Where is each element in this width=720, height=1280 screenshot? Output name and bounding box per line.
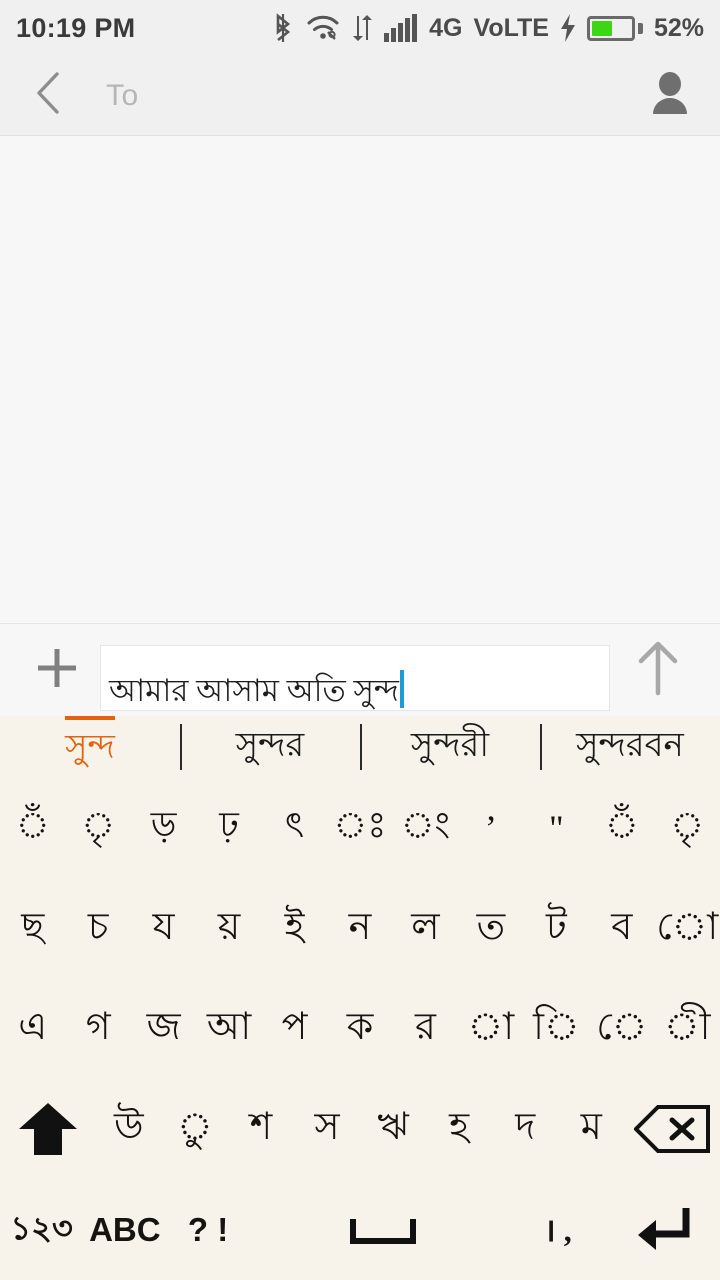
battery-icon [586, 15, 643, 41]
key-0-5[interactable]: ঃ [327, 778, 392, 878]
text-caret [399, 670, 404, 708]
key-3-6[interactable]: হ [426, 1079, 492, 1179]
key-2-0[interactable]: এ [0, 979, 65, 1079]
shift-up-icon [17, 1101, 79, 1157]
key-3-4[interactable]: স [294, 1079, 360, 1179]
shift-key[interactable] [0, 1079, 96, 1179]
status-clock: 10:19 PM [16, 12, 136, 43]
key-0-3[interactable]: ঢ় [196, 778, 261, 878]
key-2-5[interactable]: ক [327, 979, 392, 1079]
suggestion-item-2[interactable]: সুন্দরী [360, 716, 540, 778]
key-1-6[interactable]: ল [393, 878, 458, 978]
key-1-8[interactable]: ট [524, 878, 589, 978]
volte-label: VoLTE [473, 13, 549, 42]
send-button[interactable] [610, 627, 706, 713]
key-1-2[interactable]: য [131, 878, 196, 978]
key-2-10[interactable]: ী [655, 979, 720, 1079]
keyboard-row-5: ১২৩ ABC ? ! । , [0, 1180, 720, 1280]
person-icon [649, 70, 691, 121]
key-3-8[interactable]: ম [558, 1079, 624, 1179]
battery-fill [591, 20, 612, 36]
key-1-5[interactable]: ন [327, 878, 392, 978]
key-0-2[interactable]: ড় [131, 778, 196, 878]
keyboard-row-1: ঁ ৃ ড় ঢ় ৎ ঃ ং ’ " ঁ ৃ [0, 778, 720, 878]
backspace-key[interactable] [624, 1079, 720, 1179]
key-3-3[interactable]: শ [228, 1079, 294, 1179]
keyboard-row-3: এ গ জ আ প ক র া ি ে ী [0, 979, 720, 1079]
key-3-5[interactable]: ঋ [360, 1079, 426, 1179]
wifi-icon [306, 13, 340, 43]
back-button[interactable] [22, 69, 76, 123]
suggestion-item-1[interactable]: সুন্দর [180, 716, 360, 778]
add-contact-button[interactable] [642, 68, 698, 124]
message-input-field[interactable]: আমার আসাম অতি সুন্দ [100, 645, 610, 711]
enter-icon [630, 1204, 690, 1256]
key-1-4[interactable]: ই [262, 878, 327, 978]
suggestion-label: সুন্দরী [410, 726, 490, 764]
key-1-10[interactable]: ো [655, 878, 720, 978]
key-2-1[interactable]: গ [65, 979, 130, 1079]
keyboard-row-2: ছ চ য য় ই ন ল ত ট ব ো [0, 878, 720, 978]
key-2-7[interactable]: া [458, 979, 523, 1079]
compose-bar: আমার আসাম অতি সুন্দ [0, 624, 720, 716]
battery-percent-label: 52% [653, 13, 704, 42]
suggestion-label: সুন্দর [235, 726, 305, 764]
bluetooth-icon [271, 12, 295, 44]
network-type-label: 4G [429, 13, 463, 42]
key-2-9[interactable]: ে [589, 979, 654, 1079]
arrow-up-icon [635, 639, 681, 702]
key-2-4[interactable]: প [262, 979, 327, 1079]
key-0-9[interactable]: ঁ [589, 778, 654, 878]
message-input-value: আমার আসাম অতি সুন্দ [109, 673, 399, 709]
key-3-2[interactable]: ু [162, 1079, 228, 1179]
messaging-compose-screen: 10:19 PM 4G VoLTE 52% To আমার আসাম অতি স… [0, 0, 720, 1280]
key-0-10[interactable]: ৃ [655, 778, 720, 878]
key-1-9[interactable]: ব [589, 878, 654, 978]
chevron-left-icon [31, 70, 67, 121]
punctuation-key[interactable]: । , [516, 1180, 599, 1280]
backspace-icon [634, 1105, 711, 1154]
key-1-0[interactable]: ছ [0, 878, 65, 978]
key-0-0[interactable]: ঁ [0, 778, 65, 878]
suggestion-label: সুন্দ [65, 716, 115, 778]
latin-switch-key[interactable]: ABC [83, 1180, 166, 1280]
keyboard-row-4: উ ু শ স ঋ হ দ ম [0, 1079, 720, 1179]
suggestion-label: সুন্দরবন [576, 726, 684, 764]
suggestion-strip: সুন্দ সুন্দর সুন্দরী সুন্দরবন [0, 716, 720, 778]
plus-icon [31, 642, 83, 699]
data-transfer-icon [351, 14, 373, 42]
app-bar: To [0, 56, 720, 136]
charging-bolt-icon [560, 14, 576, 42]
conversation-thread-empty [0, 136, 720, 624]
key-2-2[interactable]: জ [131, 979, 196, 1079]
numeric-switch-key[interactable]: ১২৩ [0, 1180, 83, 1280]
key-1-7[interactable]: ত [458, 878, 523, 978]
symbols-key[interactable]: ? ! [166, 1180, 249, 1280]
space-icon [349, 1215, 416, 1245]
attach-button[interactable] [14, 627, 100, 713]
space-key[interactable] [250, 1180, 516, 1280]
status-icons: 4G VoLTE 52% [271, 12, 704, 44]
key-0-1[interactable]: ৃ [65, 778, 130, 878]
key-apostrophe[interactable]: ’ [458, 778, 523, 878]
key-1-3[interactable]: য় [196, 878, 261, 978]
key-3-7[interactable]: দ [492, 1079, 558, 1179]
recipient-to-input[interactable]: To [106, 79, 139, 113]
suggestion-item-0[interactable]: সুন্দ [0, 716, 180, 778]
key-2-6[interactable]: র [393, 979, 458, 1079]
key-3-1[interactable]: উ [96, 1079, 162, 1179]
key-2-8[interactable]: ি [524, 979, 589, 1079]
enter-key[interactable] [599, 1180, 720, 1280]
key-quote[interactable]: " [524, 778, 589, 878]
bengali-keyboard: সুন্দ সুন্দর সুন্দরী সুন্দরবন ঁ ৃ ড় ঢ় … [0, 716, 720, 1280]
signal-bars-icon [384, 14, 418, 42]
key-0-6[interactable]: ং [393, 778, 458, 878]
key-0-4[interactable]: ৎ [262, 778, 327, 878]
suggestion-item-3[interactable]: সুন্দরবন [540, 716, 720, 778]
status-bar: 10:19 PM 4G VoLTE 52% [0, 0, 720, 56]
key-1-1[interactable]: চ [65, 878, 130, 978]
key-2-3[interactable]: আ [196, 979, 261, 1079]
